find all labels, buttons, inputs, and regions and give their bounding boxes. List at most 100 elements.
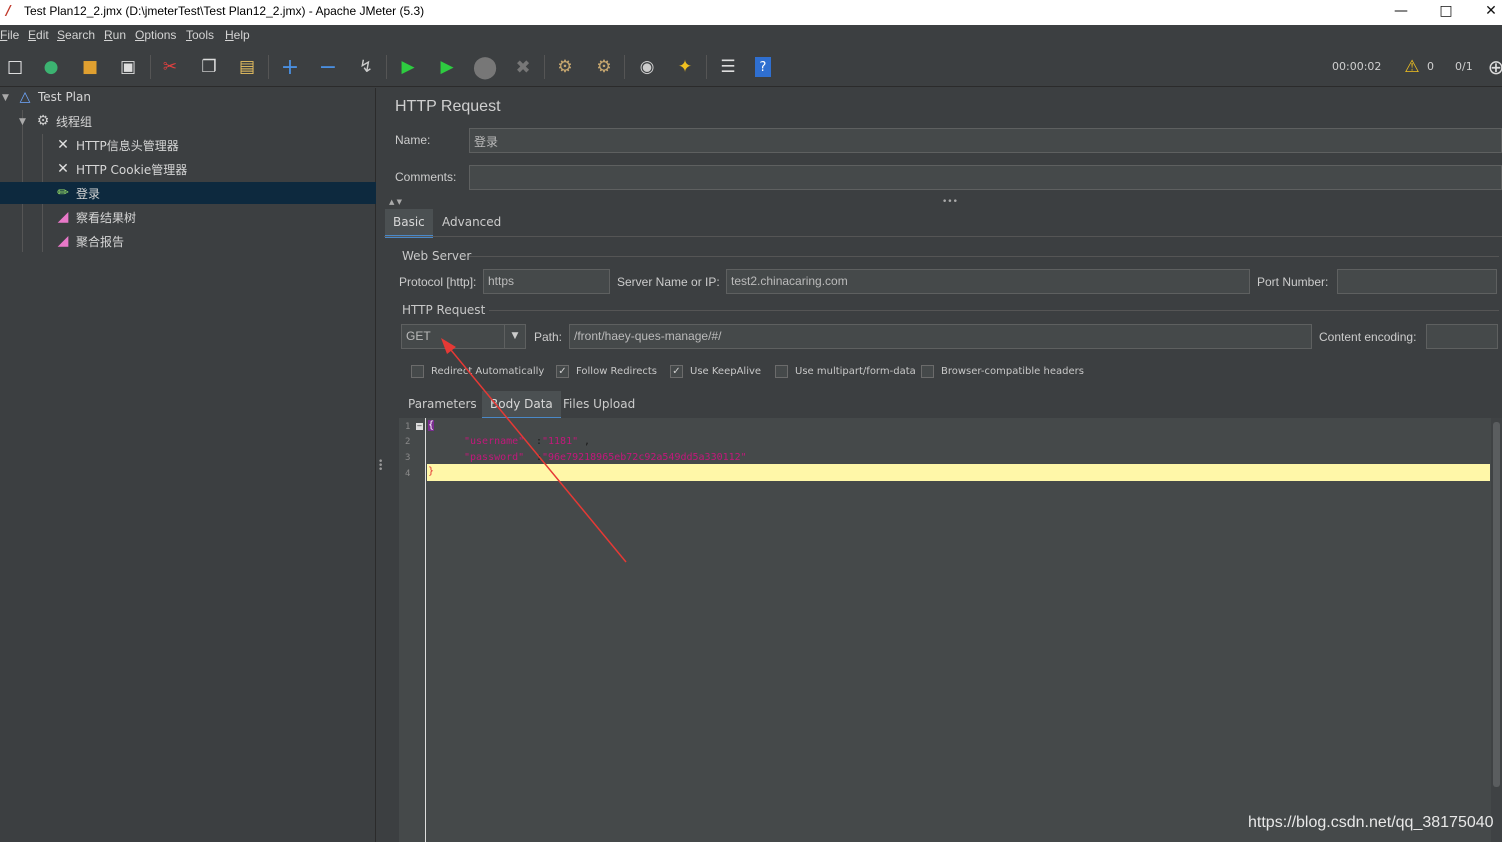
test-plan-tree: ▼ △ Test Plan ▼ ⚙ 线程组 ✕ HTTP信息头管理器 ✕ HTT… <box>0 88 376 842</box>
fold-icon[interactable]: − <box>416 423 423 430</box>
elapsed-time: 00:00:02 <box>1332 60 1382 73</box>
tools-icon: ✕ <box>57 161 69 177</box>
redirect-automatically-checkbox[interactable]: Redirect Automatically <box>411 365 544 378</box>
expand-icon[interactable]: + <box>278 55 302 80</box>
encoding-input[interactable] <box>1426 324 1498 349</box>
json-key-password: "password" <box>464 452 525 463</box>
scrollbar-thumb[interactable] <box>1493 422 1500 787</box>
tree-item-thread-group[interactable]: ⚙ 线程组 <box>34 110 376 132</box>
port-input[interactable] <box>1337 269 1497 294</box>
function-helper-icon[interactable]: ☰ <box>716 55 740 79</box>
new-icon[interactable]: □ <box>3 55 27 79</box>
port-label: Port Number: <box>1257 275 1329 289</box>
tree-item-login-request[interactable]: ✏ 登录 <box>0 182 376 204</box>
tree-item-cookie-manager[interactable]: ✕ HTTP Cookie管理器 <box>54 158 376 180</box>
cut-icon[interactable]: ✂ <box>158 55 182 79</box>
tab-advanced[interactable]: Advanced <box>434 209 509 235</box>
server-label: Server Name or IP: <box>617 275 720 289</box>
collapse-arrows-icon[interactable]: ▲ ▼ <box>389 198 402 206</box>
tree-item-label: 线程组 <box>56 114 93 129</box>
name-input[interactable]: 登录 <box>469 128 1502 153</box>
tree-item-aggregate-report[interactable]: ◢ 聚合报告 <box>54 230 376 252</box>
warning-icon[interactable]: ⚠ <box>1400 55 1424 79</box>
json-value-username: "1181" <box>542 436 579 447</box>
server-input[interactable]: test2.chinacaring.com <box>726 269 1250 294</box>
tree-item-test-plan[interactable]: △ Test Plan <box>16 86 376 108</box>
checkbox-box <box>775 365 788 378</box>
method-value: GET <box>406 329 431 343</box>
paste-icon[interactable]: ▤ <box>235 55 259 79</box>
close-button[interactable]: ✕ <box>1468 0 1502 25</box>
chart-icon: ◢ <box>57 233 69 249</box>
splitter-grip-icon: • • • <box>378 457 384 475</box>
tree-item-results-tree[interactable]: ◢ 察看结果树 <box>54 206 376 228</box>
checkbox-label: Use KeepAlive <box>690 366 762 377</box>
templates-icon[interactable]: ● <box>39 55 63 79</box>
http-request-panel: HTTP Request Name: 登录 Comments: ▲ ▼ ••• … <box>384 88 1502 842</box>
browser-compatible-headers-checkbox[interactable]: Browser-compatible headers <box>921 365 1084 378</box>
warning-count: 0 <box>1427 60 1434 73</box>
http-request-group-label: HTTP Request <box>402 303 486 317</box>
line-number: 2 <box>405 437 411 447</box>
window-title-bar: / Test Plan12_2.jmx (D:\jmeterTest\Test … <box>0 0 1502 25</box>
chart-icon: ◢ <box>57 209 69 225</box>
menu-options[interactable]: Options <box>135 28 176 42</box>
menu-tools[interactable]: Tools <box>186 28 214 42</box>
protocol-input[interactable]: https <box>483 269 610 294</box>
expand-arrow-icon[interactable]: ▼ <box>2 93 9 103</box>
tree-item-label: 登录 <box>76 186 101 201</box>
watermark-text: https://blog.csdn.net/qq_38175040 <box>1248 814 1494 831</box>
close-brace: } <box>428 466 435 477</box>
panel-title: HTTP Request <box>395 98 501 115</box>
tree-item-header-manager[interactable]: ✕ HTTP信息头管理器 <box>54 134 376 156</box>
menu-edit[interactable]: Edit <box>28 28 49 42</box>
tab-body-data[interactable]: Body Data <box>482 391 561 420</box>
save-icon[interactable]: ▣ <box>116 55 140 79</box>
start-no-pause-icon[interactable]: ▶ <box>435 55 459 79</box>
splitter-grip-icon[interactable]: ••• <box>942 197 958 207</box>
minimize-button[interactable]: — <box>1378 0 1424 25</box>
expand-arrow-icon[interactable]: ▼ <box>19 117 26 127</box>
tree-item-label: Test Plan <box>38 90 91 104</box>
current-line-highlight <box>427 464 1490 481</box>
line-number: 3 <box>405 453 411 463</box>
jmeter-logo-icon: / <box>6 4 11 19</box>
menu-run[interactable]: Run <box>104 28 126 42</box>
tab-files-upload[interactable]: Files Upload <box>555 391 643 417</box>
menu-help[interactable]: Help <box>225 28 250 42</box>
collapse-icon[interactable]: − <box>316 55 340 80</box>
clear-all-icon[interactable]: ⚙ <box>592 55 616 79</box>
use-keepalive-checkbox[interactable]: ✓ Use KeepAlive <box>670 365 761 378</box>
toggle-icon[interactable]: ↯ <box>354 55 378 79</box>
tree-item-label: 察看结果树 <box>76 210 137 225</box>
chevron-down-icon[interactable]: ▼ <box>504 325 525 348</box>
reset-search-icon[interactable]: ✦ <box>673 55 697 79</box>
remote-icon[interactable]: ⊕ <box>1484 55 1502 79</box>
stop-icon[interactable]: ⬤ <box>473 55 498 80</box>
shutdown-icon[interactable]: ✖ <box>511 55 535 79</box>
checkbox-label: Use multipart/form-data <box>795 366 916 377</box>
open-icon[interactable]: ■ <box>78 55 102 79</box>
copy-icon[interactable]: ❐ <box>197 55 221 79</box>
search-icon[interactable]: ◉ <box>635 55 659 79</box>
maximize-button[interactable]: □ <box>1423 0 1469 25</box>
follow-redirects-checkbox[interactable]: ✓ Follow Redirects <box>556 365 657 378</box>
checkbox-label: Browser-compatible headers <box>941 366 1084 377</box>
menu-file[interactable]: File <box>0 28 19 42</box>
checkbox-box <box>921 365 934 378</box>
clear-icon[interactable]: ⚙ <box>553 55 577 79</box>
path-input[interactable]: /front/haey-ques-manage/#/ <box>569 324 1312 349</box>
comments-label: Comments: <box>395 170 457 184</box>
editor-scrollbar[interactable] <box>1491 418 1502 842</box>
help-icon[interactable]: ? <box>755 57 771 77</box>
multipart-form-data-checkbox[interactable]: Use multipart/form-data <box>775 365 916 378</box>
line-number-gutter: 1 2 3 4 − <box>399 418 426 842</box>
line-number: 1 <box>405 422 411 432</box>
comments-input[interactable] <box>469 165 1502 190</box>
body-data-editor[interactable]: 1 2 3 4 − { "username" : "1181" , "passw… <box>399 418 1502 842</box>
tab-parameters[interactable]: Parameters <box>400 391 485 417</box>
tab-basic[interactable]: Basic <box>385 209 433 238</box>
start-icon[interactable]: ▶ <box>396 55 420 79</box>
panel-splitter[interactable]: • • • <box>376 88 383 842</box>
menu-search[interactable]: Search <box>57 28 95 42</box>
